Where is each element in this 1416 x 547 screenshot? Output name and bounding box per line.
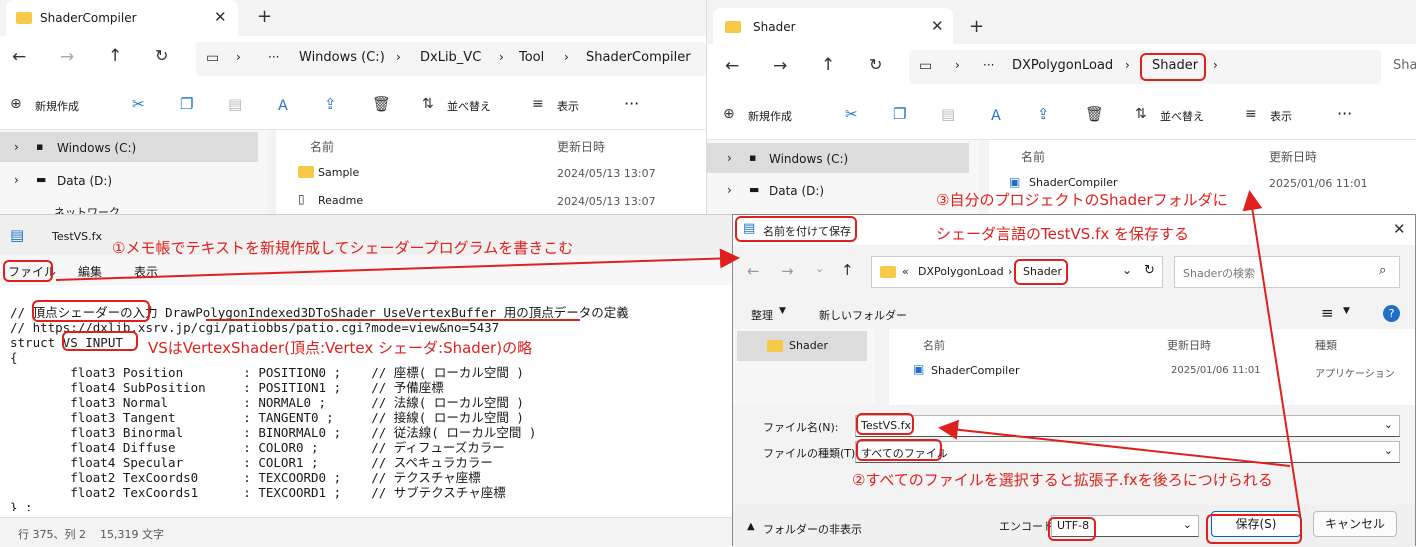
highlight-file-menu (3, 260, 53, 282)
arrow-file-menu-to-dialog (55, 248, 740, 281)
annotation-vs: VSはVertexShader(頂点:Vertex シェーダ:Shader)の略 (148, 339, 533, 357)
annotation-step2: ②すべてのファイルを選択すると拡張子.fxを後ろにつけられる (852, 471, 1273, 489)
highlight-filename (856, 413, 914, 435)
highlight-dialog-title (735, 216, 857, 242)
arrow-save-to-shader (1242, 190, 1301, 516)
highlight-encoding (1048, 517, 1096, 541)
highlight-filetype (856, 439, 942, 461)
arrow-filetype-to-filename (938, 419, 1291, 467)
highlight-save-button (1206, 514, 1302, 544)
annotation-step1: ①メモ帳でテキストを新規作成してシェーダープログラムを書きこむ (112, 239, 574, 257)
highlight-dialog-shader (1014, 259, 1068, 285)
annotation-arrows (55, 190, 1301, 516)
highlight-vertex-shader (32, 300, 150, 322)
highlight-vs-input (62, 331, 138, 351)
highlight-shader-crumb (1140, 53, 1206, 81)
annotation-step3: ③自分のプロジェクトのShaderフォルダに (936, 191, 1228, 209)
annotation-step3-b: シェーダ言語のTestVS.fx を保存する (936, 225, 1190, 243)
